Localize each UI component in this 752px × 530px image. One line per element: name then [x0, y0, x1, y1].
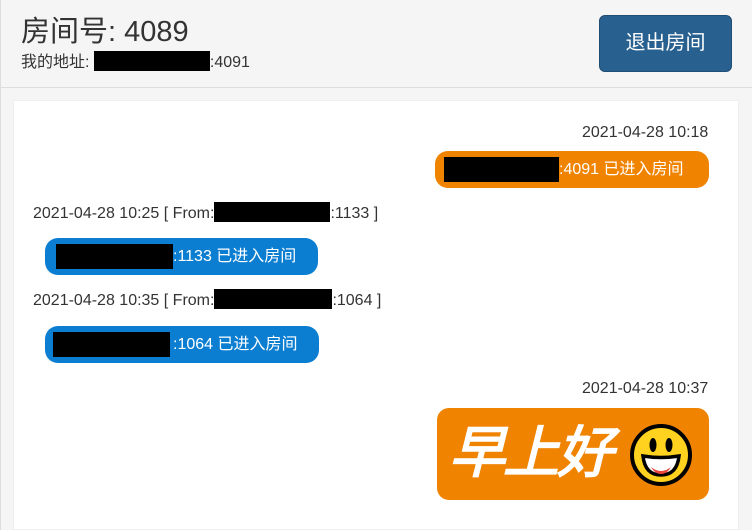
- chat-room-page: 房间号: 4089 我的地址: :4091 退出房间 2021-04-28 10…: [0, 0, 752, 530]
- redacted-ip: [93, 51, 210, 72]
- exit-room-button[interactable]: 退出房间: [599, 15, 732, 72]
- message-bubble: :1133 已进入房间: [45, 238, 318, 275]
- my-address-label: 我的地址:: [21, 54, 94, 71]
- room-number-title: 房间号: 4089: [21, 16, 189, 48]
- message-text: :1064 已进入房间: [173, 336, 298, 353]
- redacted-ip: [53, 332, 170, 357]
- redacted-ip: [214, 202, 331, 223]
- message-bubble: :1064 已进入房间: [45, 326, 319, 363]
- message-timestamp: 2021-04-28 10:18: [582, 124, 709, 141]
- message-timestamp: 2021-04-28 10:25 [ From::1133 ]: [33, 202, 378, 224]
- message-text: :1133 已进入房间: [173, 248, 297, 265]
- my-address-port: :4091: [209, 54, 250, 71]
- message-timestamp: 2021-04-28 10:37: [582, 380, 709, 397]
- message-bubble: :4091 已进入房间: [435, 151, 709, 188]
- my-address: 我的地址: :4091: [21, 51, 250, 73]
- message-text: :4091 已进入房间: [559, 161, 684, 178]
- smiley-face-icon: [630, 424, 692, 486]
- redacted-ip: [444, 157, 559, 182]
- message-timestamp: 2021-04-28 10:35 [ From::1064 ]: [33, 289, 381, 311]
- redacted-ip: [56, 244, 173, 269]
- redacted-ip: [214, 289, 333, 310]
- sticker-text: 早上好: [449, 421, 613, 486]
- sticker-message: 早上好: [437, 408, 709, 500]
- room-header: 房间号: 4089 我的地址: :4091 退出房间: [1, 0, 752, 88]
- message-list[interactable]: 2021-04-28 10:18 :4091 已进入房间 2021-04-28 …: [13, 100, 739, 530]
